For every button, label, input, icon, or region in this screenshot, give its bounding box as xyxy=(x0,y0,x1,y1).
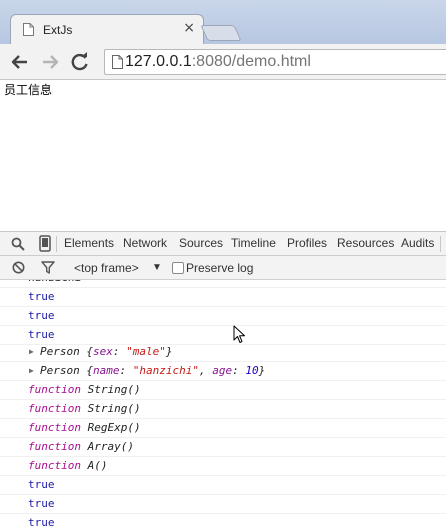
console-row: hanzichi xyxy=(0,280,446,288)
browser-toolbar: 127.0.0.1:8080/demo.html xyxy=(0,44,446,80)
function-name: Array() xyxy=(87,440,134,453)
expand-triangle-icon[interactable]: ▶ xyxy=(29,343,34,361)
page-viewport: 员工信息 xyxy=(0,80,446,231)
console-row: true xyxy=(0,288,446,307)
console-row: true xyxy=(0,476,446,495)
browser-tab-extjs[interactable]: ExtJs × xyxy=(10,14,204,44)
tab-audits[interactable]: Audits xyxy=(401,236,434,250)
url-text: 127.0.0.1:8080/demo.html xyxy=(125,53,311,71)
console-row-object[interactable]: ▶ Person {name: "hanzichi", age: 10} xyxy=(0,362,446,381)
console-object[interactable]: Person {sex: "male"} xyxy=(40,343,172,361)
tab-title: ExtJs xyxy=(43,23,73,37)
chevron-down-icon[interactable]: ▼ xyxy=(152,262,162,273)
console-value: true xyxy=(28,290,55,303)
mouse-pointer-icon xyxy=(233,325,245,343)
url-path: :8080/demo.html xyxy=(191,53,311,70)
function-name: RegExp() xyxy=(87,421,141,434)
clear-console-icon[interactable] xyxy=(12,261,25,274)
function-keyword: function xyxy=(28,440,81,453)
function-keyword: function xyxy=(28,421,81,434)
function-keyword: function xyxy=(28,459,81,472)
console-row: function A() xyxy=(0,457,446,476)
filter-icon[interactable] xyxy=(41,261,55,274)
console-value: true xyxy=(28,478,55,491)
console-value: true xyxy=(28,328,55,341)
function-keyword: function xyxy=(28,383,81,396)
console-value: true xyxy=(28,309,55,322)
new-tab-button[interactable] xyxy=(200,25,242,41)
preserve-log-label[interactable]: Preserve log xyxy=(186,261,253,275)
tab-resources[interactable]: Resources xyxy=(337,236,394,250)
console-row: true xyxy=(0,514,446,532)
toolbar-divider xyxy=(440,236,441,252)
console-row: true xyxy=(0,307,446,326)
reload-icon[interactable] xyxy=(70,52,90,72)
console-output: hanzichi true true true ▶ Person {sex: "… xyxy=(0,280,446,532)
preserve-log-checkbox[interactable] xyxy=(172,262,184,274)
console-row: function String() xyxy=(0,400,446,419)
tab-elements[interactable]: Elements xyxy=(64,236,114,250)
console-row: function String() xyxy=(0,381,446,400)
toolbar-divider xyxy=(56,236,57,252)
page-icon xyxy=(23,23,34,36)
expand-triangle-icon[interactable]: ▶ xyxy=(29,362,34,380)
back-arrow-icon[interactable] xyxy=(10,52,30,72)
tab-timeline[interactable]: Timeline xyxy=(231,236,276,250)
address-bar[interactable]: 127.0.0.1:8080/demo.html xyxy=(104,49,446,75)
forward-arrow-icon[interactable] xyxy=(40,52,60,72)
page-heading: 员工信息 xyxy=(4,83,53,97)
url-host: 127.0.0.1 xyxy=(125,53,192,70)
inspect-element-icon[interactable] xyxy=(11,237,25,251)
console-object[interactable]: Person {name: "hanzichi", age: 10} xyxy=(40,362,265,380)
console-value: hanzichi xyxy=(28,280,81,287)
console-toolbar: <top frame> ▼ Preserve log xyxy=(0,256,446,280)
device-mode-icon[interactable] xyxy=(39,235,51,252)
page-info-icon[interactable] xyxy=(112,55,123,69)
tab-sources[interactable]: Sources xyxy=(179,236,223,250)
function-name: A() xyxy=(87,459,108,472)
tab-network[interactable]: Network xyxy=(123,236,167,250)
console-value: true xyxy=(28,516,55,529)
browser-tab-strip: ExtJs × xyxy=(0,0,446,44)
console-row: function Array() xyxy=(0,438,446,457)
console-row-object[interactable]: ▶ Person {sex: "male"} xyxy=(0,343,446,362)
function-keyword: function xyxy=(28,402,81,415)
console-row: function RegExp() xyxy=(0,419,446,438)
function-name: String() xyxy=(87,402,141,415)
tab-profiles[interactable]: Profiles xyxy=(287,236,327,250)
console-value: true xyxy=(28,497,55,510)
devtools-tab-bar: Elements Network Sources Timeline Profil… xyxy=(0,231,446,256)
console-row: true xyxy=(0,495,446,514)
function-name: String() xyxy=(87,383,141,396)
frame-selector[interactable]: <top frame> xyxy=(74,261,139,275)
close-tab-icon[interactable]: × xyxy=(183,20,195,36)
